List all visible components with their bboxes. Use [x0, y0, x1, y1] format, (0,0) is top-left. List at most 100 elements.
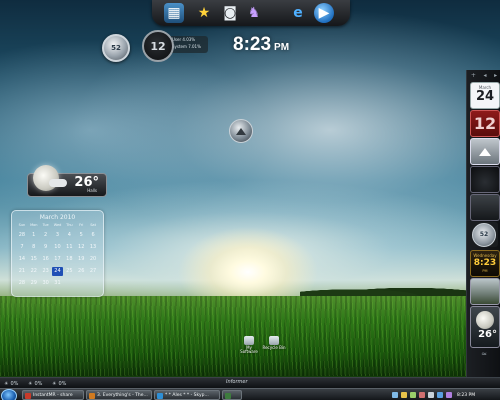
shortcut-label: Software	[240, 349, 258, 354]
calendar-day[interactable]: 23	[40, 267, 52, 276]
sidebar-time-gadget[interactable]: Wednesday 8:23 PM	[470, 250, 500, 277]
security-icon[interactable]	[401, 392, 407, 398]
recycle-bin-shortcut[interactable]: Recycle Bin	[259, 336, 289, 350]
analog-clock-gadget[interactable]: 52	[102, 34, 130, 62]
ie-icon[interactable]: e	[288, 3, 308, 23]
memory-indicator[interactable]: ☀ 0%	[28, 379, 42, 388]
top-dock: ▦ ★ ◙ ♞ e ▶	[152, 0, 350, 26]
calendar-day[interactable]: 29	[28, 279, 40, 288]
gadget-sidebar: + ◂ ▸ March 24 12 52 Wednesday 8:23 PM 2…	[466, 70, 500, 378]
calendar-day[interactable]: 1	[28, 231, 40, 240]
network-icon[interactable]	[392, 392, 398, 398]
moon-icon	[476, 311, 494, 329]
calendar-day[interactable]: 2	[40, 231, 52, 240]
calendar-day[interactable]: 21	[16, 267, 28, 276]
calendar-day[interactable]: 14	[16, 255, 28, 264]
calendar-day[interactable]: 22	[28, 267, 40, 276]
memory-value: 0%	[34, 380, 43, 387]
app-tray-icon[interactable]	[446, 392, 452, 398]
calendar-day[interactable]	[75, 279, 87, 288]
calendar-day[interactable]: 13	[87, 243, 99, 252]
calendar-day[interactable]: 28	[16, 231, 28, 240]
wizard-icon[interactable]: ♞	[244, 3, 264, 23]
calendar-day[interactable]: 7	[16, 243, 28, 252]
task-button-1[interactable]: InstantMR - share	[22, 390, 84, 400]
calendar-day[interactable]: 3	[52, 231, 64, 240]
calendar-day[interactable]: 15	[28, 255, 40, 264]
sidebar-meter-gadget[interactable]	[470, 194, 500, 221]
calendar-day[interactable]: 30	[40, 279, 52, 288]
sidebar-cpu-gauge[interactable]	[470, 166, 500, 193]
sidebar-slideshow-gadget[interactable]	[470, 278, 500, 305]
star-icon[interactable]: ★	[194, 3, 214, 23]
weather-gadget[interactable]: 26° Halls	[27, 165, 107, 197]
calendar-day[interactable]: 28	[16, 279, 28, 288]
recycle-bin-icon	[269, 336, 279, 345]
calendar-day[interactable]	[63, 279, 75, 288]
calendar-day[interactable]: 11	[63, 243, 75, 252]
calendar-day[interactable]	[87, 279, 99, 288]
calendar-gadget[interactable]: March 2010 Sun Mon Tue Wed Thu Fri Sat 28 1 2 3 4 5…	[11, 210, 104, 297]
start-button[interactable]	[1, 389, 17, 400]
antivirus-icon[interactable]	[419, 392, 425, 398]
calendar-day[interactable]: 18	[63, 255, 75, 264]
digital-clock-gadget[interactable]: 8:23 PM	[233, 34, 289, 56]
weekday-label: Fri	[79, 223, 84, 227]
app-icon	[89, 393, 95, 399]
media-player-icon[interactable]: ▶	[314, 3, 334, 23]
calendar-day[interactable]: 6	[87, 231, 99, 240]
software-shortcut[interactable]: Software	[234, 349, 264, 354]
system-tray: 8:23 PM	[392, 390, 500, 400]
clock-value: 52	[111, 44, 121, 52]
task-button-4[interactable]	[222, 390, 242, 400]
messenger-icon[interactable]	[437, 392, 443, 398]
system-monitor-gadget[interactable]: User 4.03% System 7.01% 12	[142, 30, 208, 62]
calendar-day[interactable]: 9	[40, 243, 52, 252]
prev-gadget-button[interactable]: ◂	[483, 72, 486, 79]
sidebar-weather-gadget[interactable]: 26°	[470, 306, 500, 348]
calendar-day[interactable]: 20	[87, 255, 99, 264]
camera-icon[interactable]: ◙	[220, 3, 240, 23]
update-icon[interactable]	[410, 392, 416, 398]
calendar-day[interactable]: 12	[75, 243, 87, 252]
volume-icon[interactable]	[428, 392, 434, 398]
sidebar-calendar-gadget[interactable]: March 24	[470, 82, 500, 109]
tray-clock[interactable]: 8:23 PM	[457, 393, 475, 398]
add-gadget-button[interactable]: +	[471, 72, 476, 79]
calendar-day[interactable]: 10	[52, 243, 64, 252]
photo-icon[interactable]: ▦	[164, 3, 184, 23]
task-label: InstantMR - share	[33, 393, 73, 398]
calendar-day[interactable]: 25	[63, 267, 75, 276]
calendar-day[interactable]: 4	[63, 231, 75, 240]
calendar-day[interactable]: 8	[28, 243, 40, 252]
calendar-day[interactable]: 17	[52, 255, 64, 264]
app-icon	[157, 393, 163, 399]
calendar-day[interactable]: 16	[40, 255, 52, 264]
sun-icon: ☀	[52, 380, 57, 387]
calendar-day[interactable]: 31	[52, 279, 64, 288]
user-usage: User 4.03%	[172, 37, 196, 42]
calendar-day[interactable]: 26	[75, 267, 87, 276]
weekday-label: Tue	[42, 223, 49, 227]
task-button-2[interactable]: 3. Everything's - The...	[86, 390, 152, 400]
eject-orb-gadget[interactable]	[229, 119, 253, 143]
next-gadget-button[interactable]: ▸	[494, 72, 497, 79]
calendar-today[interactable]: 24	[51, 267, 64, 276]
eject-icon	[236, 127, 246, 135]
sidebar-eject-gadget[interactable]	[470, 138, 500, 165]
system-usage: System 7.01%	[172, 44, 201, 49]
calendar-day[interactable]: 27	[87, 267, 99, 276]
calendar-weekdays: Sun Mon Tue Wed Thu Fri Sat	[16, 223, 99, 227]
cpu-indicator[interactable]: ☀ 0%	[4, 379, 18, 388]
sidebar-clock-gadget[interactable]: 52	[470, 222, 498, 247]
calendar-day[interactable]: 19	[75, 255, 87, 264]
task-button-3[interactable]: * * Ales * * - Skyp...	[154, 390, 220, 400]
cpu-value: 0%	[10, 380, 19, 387]
calendar-day[interactable]: 5	[75, 231, 87, 240]
sidebar-counter-gadget[interactable]: 12	[470, 110, 500, 137]
disk-indicator[interactable]: ☀ 0%	[52, 379, 66, 388]
sidebar-menu-button[interactable]: ≈	[478, 350, 490, 358]
weekday-label: Sun	[18, 223, 26, 227]
sidebar-controls: + ◂ ▸	[467, 70, 500, 80]
computer-icon	[244, 336, 254, 345]
